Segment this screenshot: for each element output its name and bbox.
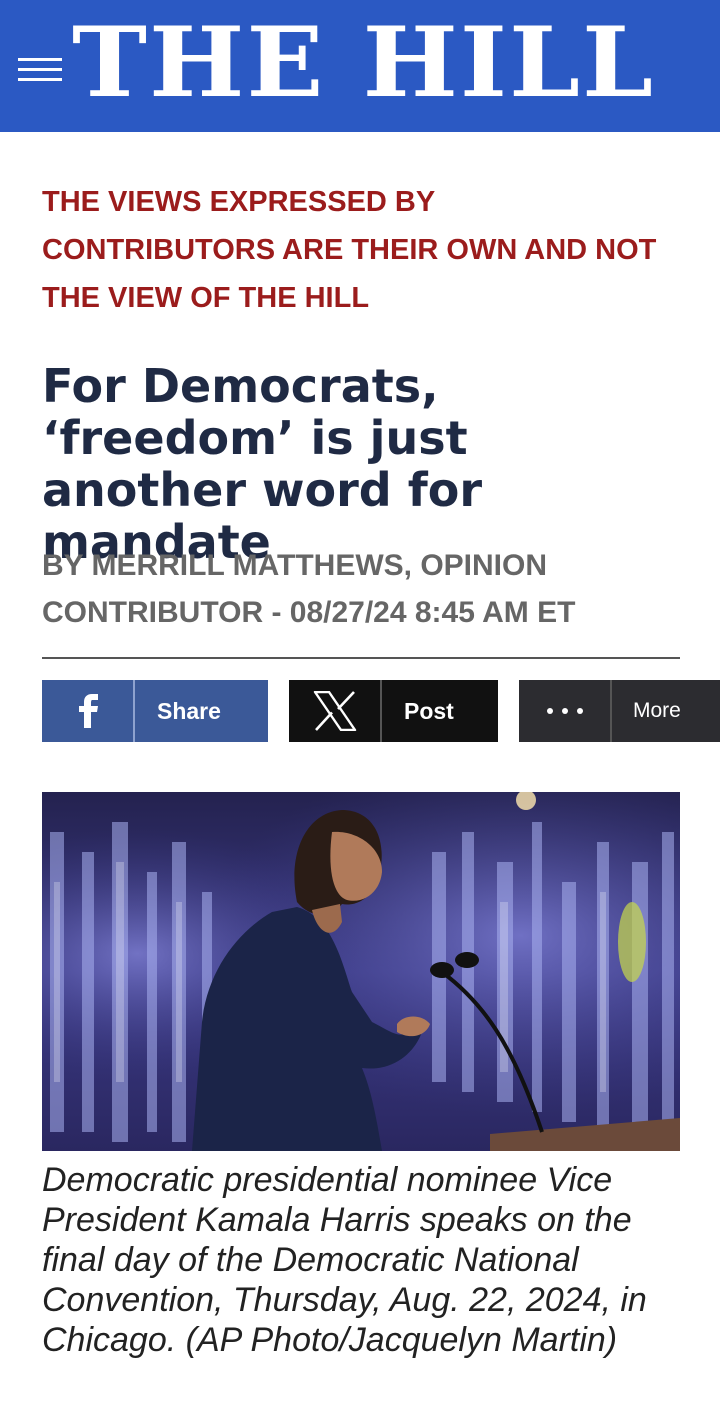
facebook-icon — [42, 680, 133, 742]
article-byline: BY MERRILL MATTHEWS, OPINION CONTRIBUTOR… — [42, 549, 576, 629]
more-share-button[interactable]: More — [519, 680, 720, 742]
image-caption: Democratic presidential nominee Vice Pre… — [42, 1161, 647, 1359]
divider — [42, 657, 680, 659]
x-post-button[interactable]: Post — [289, 680, 498, 742]
site-logo[interactable]: THE HILL — [72, 8, 655, 118]
x-logo-icon — [289, 680, 380, 742]
article-headline: For Democrats, ‘freedom’ is just another… — [42, 359, 483, 569]
more-share-label: More — [633, 699, 681, 722]
more-dots-icon — [519, 680, 610, 742]
facebook-share-button[interactable]: Share — [42, 680, 268, 742]
facebook-share-label: Share — [157, 697, 221, 724]
hamburger-menu-icon[interactable] — [18, 50, 62, 84]
opinion-disclaimer: THE VIEWS EXPRESSED BY CONTRIBUTORS ARE … — [42, 186, 657, 314]
x-post-label: Post — [404, 697, 454, 724]
site-header: THE HILL — [0, 0, 720, 132]
article-photo — [42, 792, 680, 1151]
